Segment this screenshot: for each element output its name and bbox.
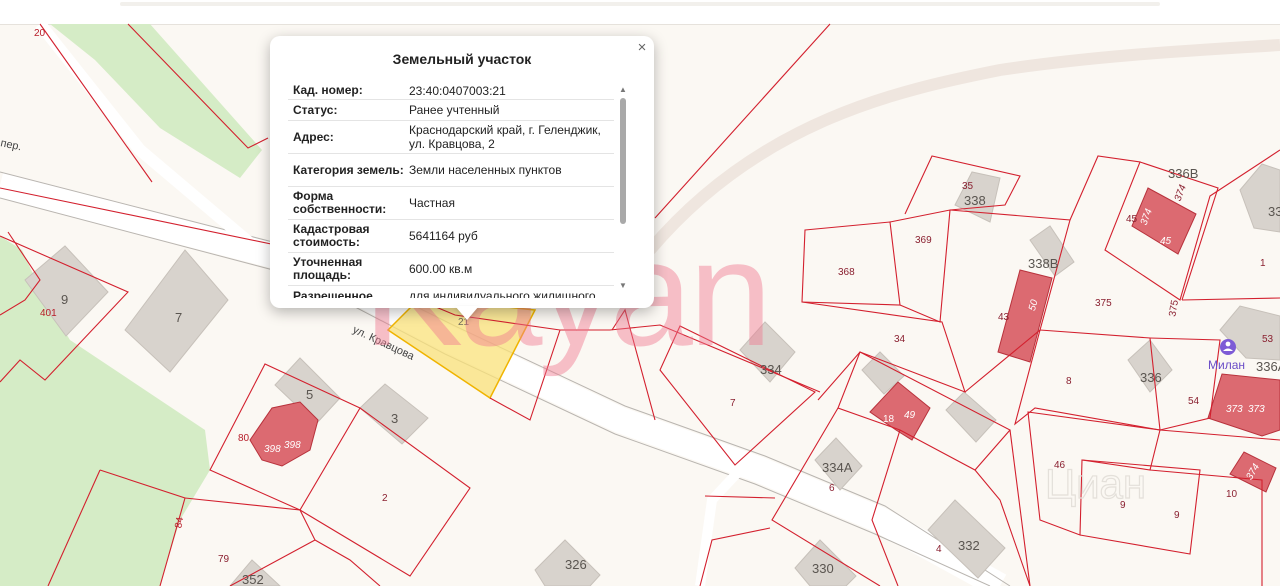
label-374b: 374 (1173, 183, 1189, 203)
label-373a: 373 (1226, 404, 1243, 415)
house-label-336: 336 (1140, 370, 1162, 385)
parcel-label-6: 6 (829, 483, 835, 494)
label-398b: 398 (284, 440, 301, 451)
row-address: Адрес: Краснодарский край, г. Геленджик,… (288, 121, 614, 154)
parcel-label-369: 369 (915, 235, 932, 246)
row-key: Статус: (293, 102, 338, 117)
building-right-small (945, 391, 997, 443)
row-key: Кадастровая стоимость: (293, 222, 370, 249)
parcel-label-10: 10 (1226, 489, 1238, 500)
parcel-label-7b: 7 (730, 398, 736, 409)
house-label-326: 326 (565, 557, 587, 572)
lane-label: пер. (0, 137, 23, 153)
building-373 (1207, 373, 1280, 437)
label-49: 49 (904, 410, 916, 421)
parcel-label-35: 35 (962, 181, 974, 192)
label-373b: 373 (1248, 404, 1265, 415)
parcel-label-18: 18 (883, 414, 895, 425)
row-land-category: Категория земель: Земли населенных пункт… (288, 154, 614, 187)
parcel-label-375: 375 (1095, 298, 1112, 309)
house-label-332: 332 (958, 538, 980, 553)
popup-pointer (455, 306, 479, 320)
parcel-label-368: 368 (838, 267, 855, 278)
parcel-label-401: 401 (40, 308, 57, 319)
house-label-338v: 338В (1028, 256, 1058, 271)
building-398 (249, 401, 319, 467)
row-cadastral-number: Кад. номер: 23:40:0407003:21 (288, 82, 614, 100)
row-value: Ранее учтенный (409, 103, 500, 117)
row-cadastral-value: Кадастровая стоимость: 5641164 руб (288, 220, 614, 253)
parcel-info-popup: Земельный участок × Кад. номер: 23:40:04… (270, 36, 654, 308)
parcel-label-1: 1 (1260, 258, 1266, 269)
parcel-label-2: 2 (382, 493, 388, 504)
row-key: Категория земель: (293, 162, 404, 177)
label-45b: 45 (1160, 236, 1172, 247)
row-key: Адрес: (293, 129, 334, 144)
popup-rows[interactable]: Кад. номер: 23:40:0407003:21 Статус: Ран… (288, 82, 614, 298)
house-label-334a: 334А (822, 460, 853, 475)
parcel-label-79: 79 (218, 554, 230, 565)
poi-label: Милан (1208, 358, 1245, 372)
popup-title: Земельный участок (392, 51, 532, 67)
house-label-352: 352 (242, 572, 264, 586)
house-label-334: 334 (760, 362, 782, 377)
house-label-7: 7 (175, 310, 182, 325)
parcel-label-45: 45 (1126, 214, 1138, 225)
row-value: для индивидуального жилищного (409, 289, 596, 298)
row-value: Земли населенных пунктов (409, 163, 562, 177)
row-value: Краснодарский край, г. Геленджик, ул. Кр… (409, 123, 601, 151)
parcel-label-4: 4 (936, 544, 942, 555)
row-ownership: Форма собственности: Частная (288, 187, 614, 220)
parcel-label-8: 8 (1066, 376, 1072, 387)
row-value: 600.00 кв.м (409, 262, 473, 276)
row-value: 5641164 руб (409, 229, 478, 243)
row-key: Уточненная площадь: (293, 255, 363, 282)
row-key: Кад. номер: (293, 83, 363, 97)
green-area-top (50, 24, 262, 178)
parcel-label-54: 54 (1188, 396, 1200, 407)
watermark-secondary: Циан (1045, 460, 1146, 507)
house-label-5: 5 (306, 387, 313, 402)
label-398a: 398 (264, 444, 281, 455)
close-icon[interactable]: × (634, 39, 650, 57)
parcel-label-80: 80 (238, 433, 250, 444)
row-value: Частная (409, 196, 455, 210)
row-permitted-use: Разрешенное для индивидуального жилищног… (288, 286, 614, 298)
parcel-label-53: 53 (1262, 334, 1274, 345)
scrollbar-thumb[interactable] (620, 98, 626, 224)
row-key: Форма собственности: (293, 189, 387, 216)
house-label-330: 330 (812, 561, 834, 576)
house-label-3: 3 (391, 411, 398, 426)
scroll-down-arrow-icon[interactable]: ▼ (618, 282, 628, 290)
row-value: 23:40:0407003:21 (409, 83, 506, 98)
parcel-label-84: 84 (173, 516, 186, 529)
house-label-338: 338 (964, 193, 986, 208)
parcel-label-9b: 9 (1174, 510, 1180, 521)
road-south (695, 466, 744, 586)
house-label-33: 33 (1268, 204, 1280, 219)
building-33 (1239, 163, 1280, 233)
parcel-label-43: 43 (998, 312, 1010, 323)
row-area: Уточненная площадь: 600.00 кв.м (288, 253, 614, 286)
parcel-label-20: 20 (34, 28, 46, 39)
person-pin-icon (1220, 339, 1236, 355)
scroll-up-arrow-icon[interactable]: ▲ (618, 86, 628, 94)
house-label-9: 9 (61, 292, 68, 307)
parcel-label-375b: 375 (1167, 299, 1181, 318)
parcel-label-34: 34 (894, 334, 906, 345)
row-key: Разрешенное (293, 288, 373, 298)
house-label-336a: 336А (1256, 359, 1280, 374)
row-status: Статус: Ранее учтенный (288, 100, 614, 121)
house-label-336v: 336В (1168, 166, 1198, 181)
